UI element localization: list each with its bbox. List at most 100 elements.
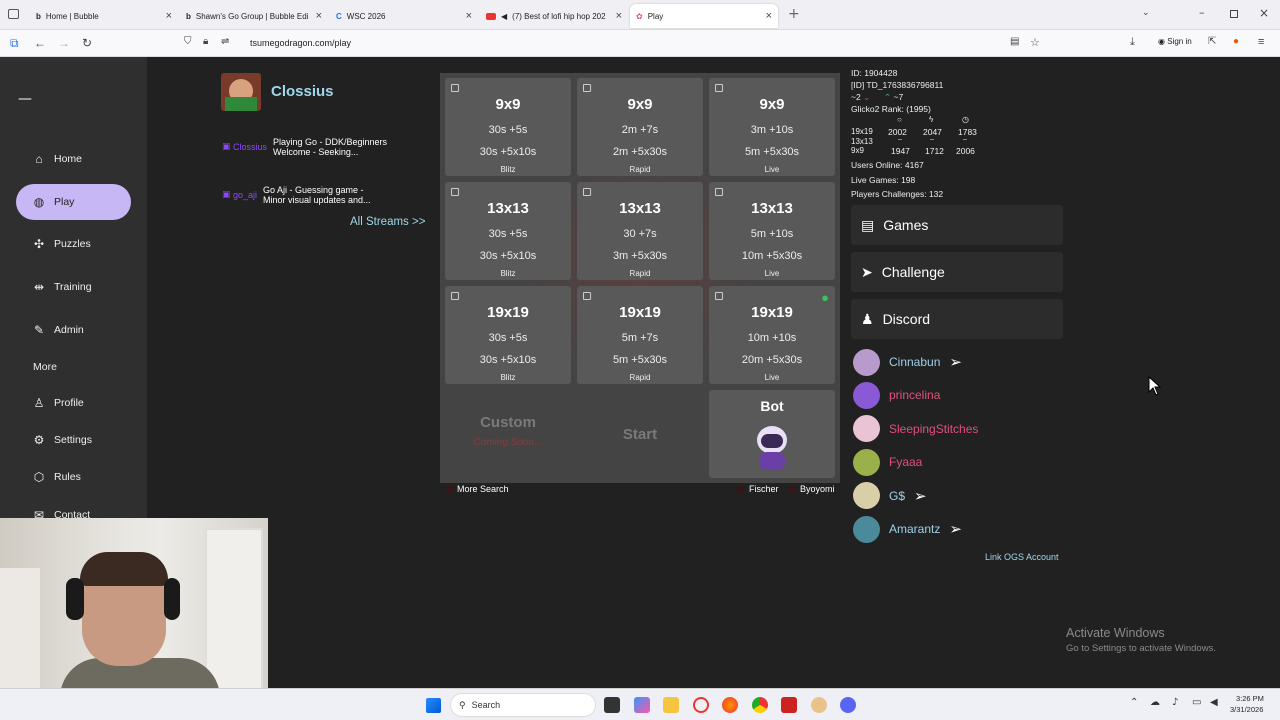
featured-stream-name[interactable]: Clossius [271, 83, 334, 100]
new-tab-icon[interactable]: + [788, 6, 800, 22]
friend-item[interactable]: Cinnabun ➢ [853, 348, 962, 376]
close-tab-icon[interactable]: × [316, 10, 322, 22]
sidebar-item-settings[interactable]: ⚙ Settings [16, 422, 131, 458]
app-icon[interactable] [811, 697, 827, 713]
sidebar-item-more[interactable]: More [16, 349, 131, 385]
game-option-9x9-rapid[interactable]: 9x9 2m +7s 2m +5x30s Rapid [577, 78, 703, 176]
copilot-icon[interactable] [634, 697, 650, 713]
discord-button[interactable]: ♟ Discord [851, 299, 1063, 339]
back-icon[interactable]: ← [34, 36, 46, 50]
maximize-icon[interactable] [1230, 10, 1238, 18]
select-checkbox[interactable] [451, 84, 459, 92]
custom-button[interactable]: Custom Coming Soon... [445, 390, 571, 478]
bot-button[interactable]: Bot [709, 390, 835, 478]
stream-title[interactable]: Playing Go - DDK/Beginners [273, 137, 387, 147]
stream-title[interactable]: Go Aji - Guessing game - [263, 185, 364, 195]
send-challenge-icon[interactable]: ➢ [914, 487, 927, 505]
fischer-option[interactable]: Fischer [749, 484, 779, 494]
tab-list-icon[interactable]: ⌄ [1142, 8, 1150, 18]
tray-chevron-icon[interactable]: ⌃ [1130, 697, 1138, 708]
task-view-icon[interactable] [604, 697, 620, 713]
volume-icon[interactable]: ◀ [1210, 697, 1218, 708]
sidebar-item-training[interactable]: ⇹ Training [16, 269, 131, 305]
sidebar-item-admin[interactable]: ✎ Admin [16, 312, 131, 348]
challenge-button[interactable]: ➤ Challenge [851, 252, 1063, 292]
sidebar-logo[interactable]: — [18, 91, 32, 107]
discord-icon[interactable] [840, 697, 856, 713]
byoyomi-option[interactable]: Byoyomi [800, 484, 835, 494]
star-icon[interactable]: ☆ [1030, 36, 1040, 49]
friend-item[interactable]: Amarantz ➢ [853, 515, 962, 543]
close-tab-icon[interactable]: × [466, 10, 472, 22]
reader-icon[interactable]: ▤ [1010, 36, 1019, 47]
tab-go-group[interactable]: b Shawn's Go Group | Bubble Edi × [180, 4, 328, 28]
sidebar-item-puzzles[interactable]: ✣ Puzzles [16, 226, 131, 262]
sidebar-item-profile[interactable]: ♙ Profile [16, 385, 131, 421]
select-checkbox[interactable] [715, 188, 723, 196]
select-checkbox[interactable] [451, 188, 459, 196]
tab-play[interactable]: ✿ Play × [630, 4, 778, 28]
games-button[interactable]: ▤ Games [851, 205, 1063, 245]
game-option-19x19-blitz[interactable]: 19x19 30s +5s 30s +5x10s Blitz [445, 286, 571, 384]
game-option-19x19-rapid[interactable]: 19x19 5m +7s 5m +5x30s Rapid [577, 286, 703, 384]
extensions-icon[interactable]: ⇱ [1208, 36, 1216, 47]
reload-icon[interactable]: ↻ [82, 36, 92, 50]
file-explorer-icon[interactable] [663, 697, 679, 713]
display-icon[interactable]: ▭ [1192, 697, 1201, 708]
select-checkbox[interactable] [451, 292, 459, 300]
close-tab-icon[interactable]: × [766, 10, 772, 22]
sidebar-item-home[interactable]: ⌂ Home [16, 141, 131, 177]
download-icon[interactable]: ⤓ [1130, 36, 1135, 49]
tab-actions-icon[interactable] [8, 9, 19, 19]
send-challenge-icon[interactable]: ➢ [949, 353, 962, 371]
stream-user[interactable]: Clossius [233, 142, 267, 152]
sidebar-toggle-icon[interactable]: ⧉ [10, 36, 19, 51]
menu-icon[interactable]: ≡ [1258, 36, 1264, 48]
select-checkbox[interactable] [715, 84, 723, 92]
game-option-13x13-blitz[interactable]: 13x13 30s +5s 30s +5x10s Blitz [445, 182, 571, 280]
clock-time[interactable]: 3:26 PM [1236, 694, 1264, 703]
signin-button[interactable]: ◉ Sign in [1154, 35, 1196, 48]
all-streams-link[interactable]: All Streams >> [350, 216, 425, 228]
clock-date[interactable]: 3/31/2026 [1230, 705, 1263, 714]
game-option-9x9-blitz[interactable]: 9x9 30s +5s 30s +5x10s Blitz [445, 78, 571, 176]
select-checkbox[interactable] [583, 188, 591, 196]
game-option-13x13-rapid[interactable]: 13x13 30 +7s 3m +5x30s Rapid [577, 182, 703, 280]
opera-icon[interactable] [693, 697, 709, 713]
chrome-icon[interactable] [752, 697, 768, 713]
close-tab-icon[interactable]: × [616, 10, 622, 22]
permissions-icon[interactable]: ⇌ [221, 36, 229, 47]
windows-start-icon[interactable] [426, 698, 441, 713]
ublock-icon[interactable]: ● [1233, 36, 1239, 47]
sidebar-item-rules[interactable]: ⬡ Rules [16, 459, 131, 495]
app-icon[interactable] [781, 697, 797, 713]
taskbar-search[interactable]: ⚲ Search [450, 693, 596, 717]
link-ogs-account[interactable]: Link OGS Account [985, 552, 1059, 562]
start-button[interactable]: Start [577, 390, 703, 478]
close-window-icon[interactable]: × [1259, 6, 1269, 20]
address-bar[interactable]: tsumegodragon.com/play [250, 38, 351, 48]
friend-item[interactable]: SleepingStitches [853, 415, 978, 443]
game-option-9x9-live[interactable]: 9x9 3m +10s 5m +5x30s Live [709, 78, 835, 176]
sidebar-item-play[interactable]: ◍ Play [16, 184, 131, 220]
select-checkbox[interactable] [715, 292, 723, 300]
featured-stream-avatar[interactable] [221, 73, 261, 111]
friend-item[interactable]: G$ ➢ [853, 482, 927, 510]
tab-home-bubble[interactable]: b Home | Bubble × [30, 4, 178, 28]
network-icon[interactable]: ☁ [1150, 697, 1160, 708]
stream-user[interactable]: go_aji [233, 190, 257, 200]
send-challenge-icon[interactable]: ➢ [949, 520, 962, 538]
minimize-icon[interactable]: – [1199, 6, 1205, 19]
game-option-13x13-live[interactable]: 13x13 5m +10s 10m +5x30s Live [709, 182, 835, 280]
tab-wsc[interactable]: C WSC 2026 × [330, 4, 478, 28]
close-tab-icon[interactable]: × [166, 10, 172, 22]
microphone-icon[interactable]: ♪ [1172, 697, 1178, 708]
tab-lofi[interactable]: ◀ (7) Best of lofi hip hop 202 × [480, 4, 628, 28]
forward-icon[interactable]: → [58, 36, 70, 50]
friend-item[interactable]: Fyaaa [853, 448, 922, 476]
game-option-19x19-live[interactable]: 19x19 10m +10s 20m +5x30s Live ● [709, 286, 835, 384]
friend-item[interactable]: princelina [853, 381, 940, 409]
firefox-icon[interactable] [722, 697, 738, 713]
more-search-link[interactable]: More Search [457, 484, 509, 494]
select-checkbox[interactable] [583, 84, 591, 92]
